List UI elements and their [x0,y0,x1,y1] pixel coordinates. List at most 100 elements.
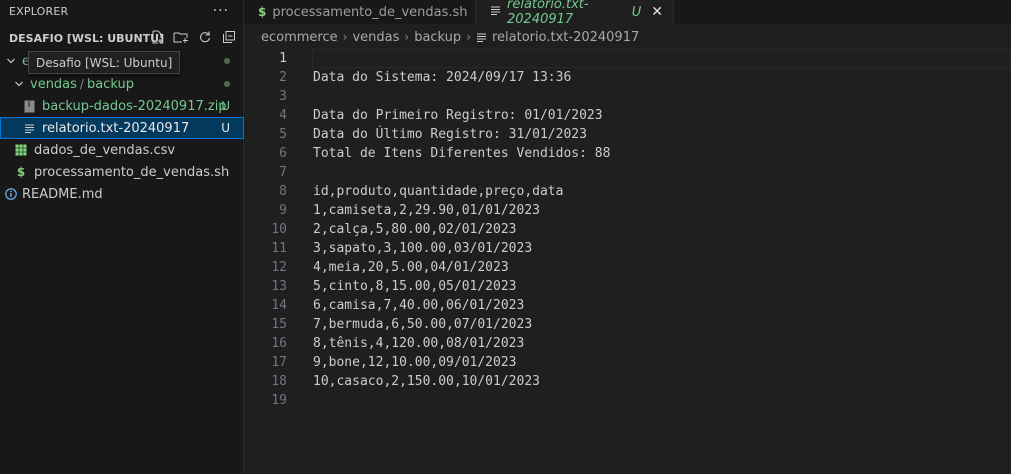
code-text[interactable]: 2,calça,5,80.00,02/01/2023 [313,220,517,239]
line-number: 18 [271,374,287,389]
code-line[interactable]: 7 [244,163,1011,182]
code-text[interactable]: Data do Sistema: 2024/09/17 13:36 [313,68,571,87]
line-number: 17 [271,355,287,370]
line-number: 12 [271,260,287,275]
git-untracked-badge: U [221,121,230,135]
code-line[interactable]: 18 10,casaco,2,150.00,10/01/2023 [244,372,1011,391]
info-icon [4,188,18,200]
code-text[interactable]: 3,sapato,3,100.00,03/01/2023 [313,239,532,258]
code-line[interactable]: 1 [244,49,1011,68]
text-file-icon [490,5,501,19]
line-number: 4 [279,108,287,123]
chevron-down-icon [6,56,18,66]
path-separator: / [79,77,84,91]
code-text[interactable]: Data do Primeiro Registro: 01/01/2023 [313,106,603,125]
close-icon[interactable]: ✕ [651,4,663,20]
tree-row-relatorio[interactable]: relatorio.txt-20240917 U [0,117,244,139]
line-number: 14 [271,298,287,313]
code-text[interactable]: 10,casaco,2,150.00,10/01/2023 [313,372,540,391]
chevron-down-icon [14,79,26,89]
workspace-tooltip: Desafio [WSL: Ubuntu] [28,51,181,74]
chevron-right-icon: › [342,30,348,44]
refresh-icon[interactable] [196,28,214,46]
tab-label: relatorio.txt-20240917 [507,0,589,27]
breadcrumb-item[interactable]: ecommerce [261,30,338,45]
code-line[interactable]: 12 4,meia,20,5.00,04/01/2023 [244,258,1011,277]
code-line[interactable]: 5 Data do Último Registro: 31/01/2023 [244,125,1011,144]
code-line[interactable]: 14 6,camisa,7,40.00,06/01/2023 [244,296,1011,315]
file-label-backup-zip: backup-dados-20240917.zip [42,98,227,114]
text-file-icon [476,32,487,43]
workspace-name[interactable]: DESAFIO [WSL: UBUNTU] [9,32,164,45]
shell-script-icon: $ [16,165,26,179]
code-line[interactable]: 19 [244,391,1011,410]
workspace-actions [148,28,238,46]
code-text[interactable]: 6,camisa,7,40.00,06/01/2023 [313,296,524,315]
line-number: 19 [271,393,287,408]
code-text[interactable]: 9,bone,12,10.00,09/01/2023 [313,353,517,372]
folder-label-backup: backup [86,76,134,92]
git-untracked-badge: U [631,4,642,20]
code-text[interactable]: 7,bermuda,6,50.00,07/01/2023 [313,315,532,334]
line-number: 15 [271,317,287,332]
code-line[interactable]: 10 2,calça,5,80.00,02/01/2023 [244,220,1011,239]
csv-file-icon [14,144,28,156]
new-file-icon[interactable] [148,28,166,46]
code-text[interactable]: 5,cinto,8,15.00,05/01/2023 [313,277,517,296]
zip-file-icon [22,100,36,113]
explorer-title: EXPLORER [9,4,69,18]
line-number: 5 [279,127,287,142]
explorer-header: EXPLORER ··· [0,0,243,22]
tree-row-csv[interactable]: dados_de_vendas.csv [0,139,244,161]
git-status-dot [224,58,230,64]
collapse-all-icon[interactable] [220,28,238,46]
tab-label: processamento_de_vendas.sh [272,4,468,20]
tab-relatorio[interactable]: relatorio.txt-20240917 U ✕ [476,0,674,27]
code-line[interactable]: 8 id,produto,quantidade,preço,data [244,182,1011,201]
code-text[interactable]: Data do Último Registro: 31/01/2023 [313,125,587,144]
file-label-readme: README.md [22,186,103,202]
code-line[interactable]: 4 Data do Primeiro Registro: 01/01/2023 [244,106,1011,125]
line-number: 1 [279,51,287,66]
code-text[interactable]: 8,tênis,4,120.00,08/01/2023 [313,334,524,353]
code-line[interactable]: 11 3,sapato,3,100.00,03/01/2023 [244,239,1011,258]
line-number: 13 [271,279,287,294]
tree-row-sh[interactable]: $ processamento_de_vendas.sh [0,161,244,183]
code-text[interactable]: id,produto,quantidade,preço,data [313,182,563,201]
workspace-header[interactable]: DESAFIO [WSL: UBUNTU] [0,27,244,49]
line-number: 10 [271,222,287,237]
breadcrumb-item[interactable]: vendas [352,30,399,45]
code-line[interactable]: 15 7,bermuda,6,50.00,07/01/2023 [244,315,1011,334]
line-number: 9 [279,203,287,218]
line-number: 6 [279,146,287,161]
code-text[interactable]: 4,meia,20,5.00,04/01/2023 [313,258,509,277]
tree-row-readme[interactable]: README.md [0,183,244,205]
tab-processamento[interactable]: $ processamento_de_vendas.sh [244,0,476,24]
line-number: 16 [271,336,287,351]
breadcrumb-item[interactable]: relatorio.txt-20240917 [492,30,639,45]
code-line[interactable]: 2 Data do Sistema: 2024/09/17 13:36 [244,68,1011,87]
text-file-icon [22,123,36,134]
line-number: 2 [279,70,287,85]
line-number: 7 [279,165,287,180]
line-number: 8 [279,184,287,199]
tree-row-backup-zip[interactable]: backup-dados-20240917.zip U [0,95,244,117]
file-label-relatorio: relatorio.txt-20240917 [42,120,190,136]
chevron-right-icon: › [404,30,410,44]
code-line[interactable]: 17 9,bone,12,10.00,09/01/2023 [244,353,1011,372]
chevron-right-icon: › [466,30,471,44]
tree-row-vendas-backup[interactable]: vendas / backup [0,73,244,95]
code-line[interactable]: 3 [244,87,1011,106]
code-line[interactable]: 16 8,tênis,4,120.00,08/01/2023 [244,334,1011,353]
file-label-csv: dados_de_vendas.csv [34,142,176,158]
more-actions-icon[interactable]: ··· [213,3,229,19]
code-line[interactable]: 13 5,cinto,8,15.00,05/01/2023 [244,277,1011,296]
code-text[interactable]: Total de Itens Diferentes Vendidos: 88 [313,144,610,163]
new-folder-icon[interactable] [172,28,190,46]
code-line[interactable]: 6 Total de Itens Diferentes Vendidos: 88 [244,144,1011,163]
code-line[interactable]: 9 1,camiseta,2,29.90,01/01/2023 [244,201,1011,220]
folder-label-vendas: vendas [30,76,77,92]
code-text[interactable]: 1,camiseta,2,29.90,01/01/2023 [313,201,540,220]
code-editor[interactable]: 1 2 Data do Sistema: 2024/09/17 13:36 3 4 Dat… [244,48,1011,474]
breadcrumb-item[interactable]: backup [414,30,461,45]
